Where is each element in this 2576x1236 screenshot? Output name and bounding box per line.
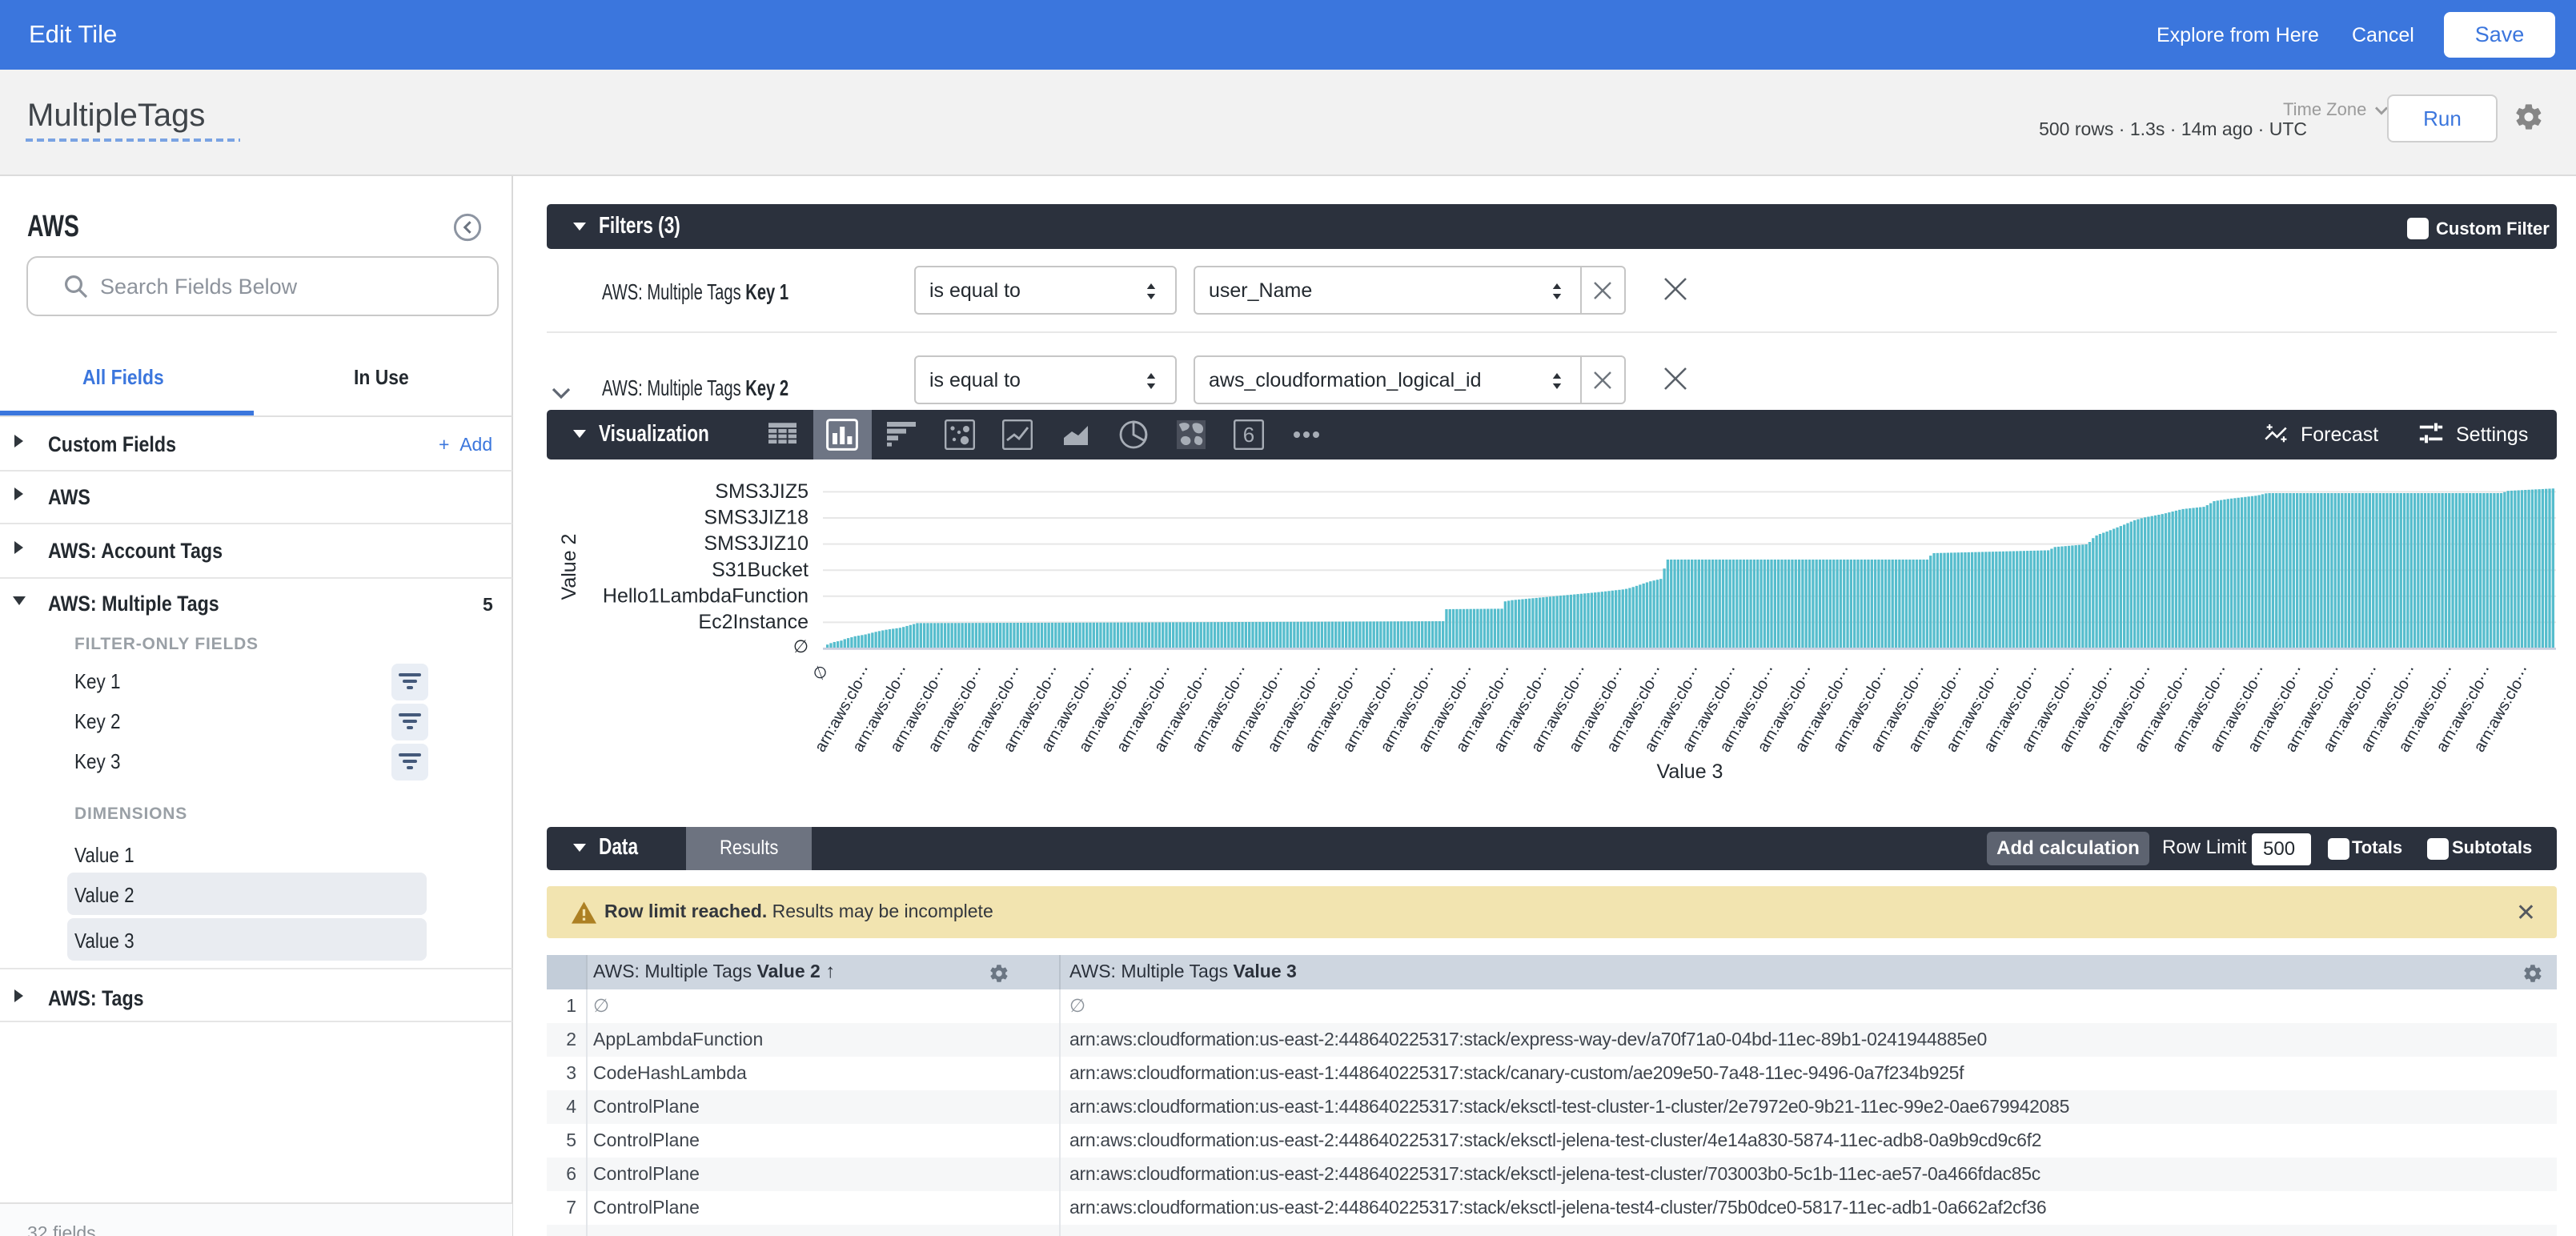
svg-text:SMS3JIZ18: SMS3JIZ18: [704, 507, 809, 529]
svg-text:Value 3: Value 3: [1657, 760, 1723, 783]
svg-text:∅: ∅: [810, 663, 833, 684]
svg-text:∅: ∅: [793, 636, 809, 656]
svg-text:Value 2: Value 2: [558, 534, 580, 600]
svg-text:Ec2Instance: Ec2Instance: [698, 611, 809, 633]
svg-text:6: 6: [1243, 423, 1254, 447]
svg-text:S31Bucket: S31Bucket: [712, 559, 809, 581]
svg-text:SMS3JIZ10: SMS3JIZ10: [704, 532, 809, 555]
svg-text:Hello1LambdaFunction: Hello1LambdaFunction: [603, 584, 809, 607]
svg-text:SMS3JIZ5: SMS3JIZ5: [715, 480, 809, 503]
